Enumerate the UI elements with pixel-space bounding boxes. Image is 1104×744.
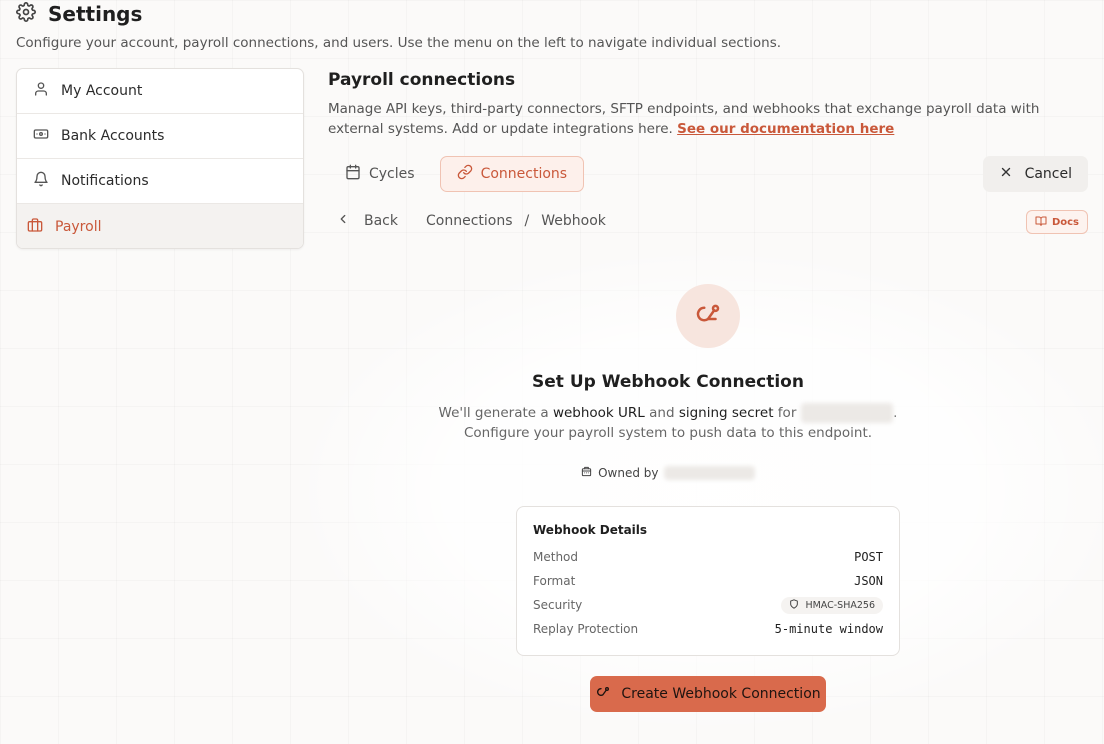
book-open-icon (1035, 215, 1047, 230)
docs-button[interactable]: Docs (1025, 210, 1088, 234)
detail-value: JSON (854, 574, 883, 588)
detail-row-method: Method POST (533, 545, 883, 569)
link-icon (457, 164, 473, 184)
sidebar-item-my-account[interactable]: My Account (17, 69, 303, 114)
setup-text: and (644, 405, 679, 421)
webhook-details-card: Webhook Details Method POST Format JSON … (516, 506, 900, 656)
setup-text: We'll generate a (438, 405, 553, 421)
setup-title: Set Up Webhook Connection (532, 372, 804, 392)
bell-icon (33, 171, 49, 191)
detail-row-replay-protection: Replay Protection 5-minute window (533, 617, 883, 641)
detail-value: POST (854, 550, 883, 564)
user-icon (33, 81, 49, 101)
payroll-connections-section: Payroll connections Manage API keys, thi… (328, 70, 1088, 139)
breadcrumb-current: Webhook (541, 213, 606, 229)
close-icon (999, 165, 1013, 183)
setup-text: for (773, 405, 801, 421)
back-button[interactable]: Back (336, 212, 398, 230)
security-value: HMAC-SHA256 (805, 599, 875, 611)
security-badge: HMAC-SHA256 (781, 596, 883, 614)
chevron-left-icon (336, 212, 350, 230)
detail-row-security: Security HMAC-SHA256 (533, 593, 883, 617)
webhook-url-term: webhook URL (552, 405, 645, 421)
cancel-button[interactable]: Cancel (982, 156, 1088, 192)
detail-value: 5-minute window (774, 622, 883, 636)
breadcrumb-connections[interactable]: Connections (426, 213, 513, 229)
details-title: Webhook Details (533, 523, 648, 537)
page-subtitle: Configure your account, payroll connecti… (16, 35, 782, 51)
owned-by-label: Owned by XXXXXXXXXXX (328, 466, 1104, 480)
sidebar-item-label: My Account (61, 83, 143, 99)
setup-text: . (893, 405, 898, 421)
docs-label: Docs (1051, 216, 1079, 228)
back-label: Back (364, 213, 398, 229)
sidebar-item-notifications[interactable]: Notifications (17, 159, 303, 204)
section-title: Payroll connections (328, 70, 516, 90)
detail-label: Format (533, 574, 576, 588)
sidebar-item-label: Notifications (61, 173, 149, 189)
banknote-icon (33, 126, 49, 146)
webhook-icon (693, 299, 723, 333)
webhook-icon-badge (676, 284, 740, 348)
webhook-icon (595, 684, 611, 704)
create-webhook-button[interactable]: Create Webhook Connection (590, 676, 826, 712)
create-button-label: Create Webhook Connection (621, 686, 821, 702)
cancel-label: Cancel (1024, 166, 1072, 182)
settings-sidebar: My Account Bank Accounts Notifications P… (16, 68, 304, 249)
sidebar-item-payroll[interactable]: Payroll (17, 204, 303, 248)
calendar-icon (345, 164, 361, 184)
tab-cycles[interactable]: Cycles (328, 156, 432, 192)
breadcrumb: Back Connections / Webhook (336, 212, 606, 230)
tab-connections[interactable]: Connections (439, 156, 585, 192)
redacted-company-name: XXXXXXXXXX (800, 403, 894, 423)
shield-icon (789, 598, 799, 612)
signing-secret-term: signing secret (678, 405, 774, 421)
breadcrumb-separator: / (524, 213, 530, 229)
page-title: Settings (48, 2, 143, 26)
page-header: Settings Configure your account, payroll… (16, 2, 1088, 51)
section-description: Manage API keys, third-party connectors,… (328, 99, 1088, 139)
sidebar-item-label: Payroll (55, 218, 102, 235)
sidebar-item-label: Bank Accounts (61, 128, 165, 144)
redacted-owner-name: XXXXXXXXXXX (664, 466, 755, 480)
detail-label: Replay Protection (533, 622, 639, 636)
owned-by-text: Owned by (598, 466, 659, 480)
sidebar-item-bank-accounts[interactable]: Bank Accounts (17, 114, 303, 159)
building-icon (581, 466, 592, 480)
gear-icon (16, 2, 36, 26)
tab-bar: Cycles Connections (328, 156, 585, 192)
detail-row-format: Format JSON (533, 569, 883, 593)
setup-text-line2: Configure your payroll system to push da… (463, 425, 873, 441)
tab-label: Connections (480, 166, 568, 182)
detail-label: Security (533, 598, 583, 612)
documentation-link[interactable]: See our documentation here (677, 121, 894, 137)
setup-description: We'll generate a webhook URL and signing… (328, 403, 1104, 443)
tab-label: Cycles (369, 166, 415, 182)
briefcase-icon (27, 217, 43, 237)
detail-label: Method (533, 550, 579, 564)
